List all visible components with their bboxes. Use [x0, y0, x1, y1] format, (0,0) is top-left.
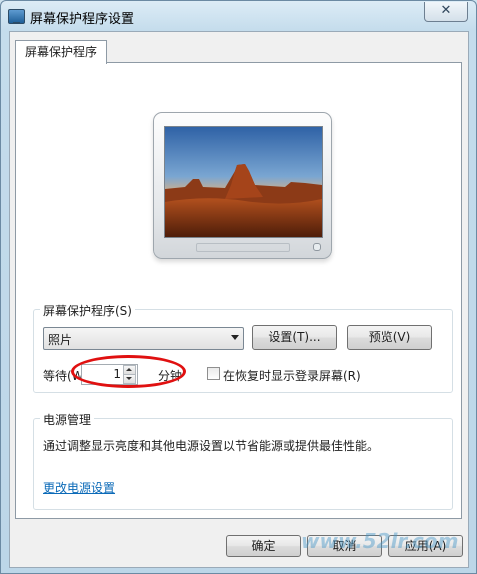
close-button[interactable]: ✕: [424, 2, 468, 22]
tab-screensaver[interactable]: 屏幕保护程序: [15, 40, 107, 64]
change-power-settings-link[interactable]: 更改电源设置: [43, 479, 115, 496]
screensaver-settings-window: 屏幕保护程序设置 ✕ 屏幕保护程序 屏幕保护程序(S) 照片 设置(T)... …: [0, 0, 477, 574]
power-group-title: 电源管理: [40, 411, 95, 428]
apply-button[interactable]: 应用(A): [388, 535, 463, 557]
dialog-client-area: 屏幕保护程序 屏幕保护程序(S) 照片 设置(T)... 预览(V) 等待(W)…: [9, 31, 469, 568]
red-annotation-ellipse: [71, 355, 186, 388]
monitor-power-led: [313, 243, 321, 251]
ok-button[interactable]: 确定: [226, 535, 301, 557]
tab-panel-screensaver: 屏幕保护程序(S) 照片 设置(T)... 预览(V) 等待(W): 1 分钟 …: [15, 62, 462, 519]
screensaver-preview-monitor: [153, 112, 332, 259]
monitor-icon: [8, 9, 25, 24]
screensaver-group: 屏幕保护程序(S) 照片 设置(T)... 预览(V) 等待(W): 1 分钟 …: [33, 302, 453, 393]
title-bar[interactable]: 屏幕保护程序设置 ✕: [1, 1, 476, 31]
screensaver-select[interactable]: 照片: [43, 327, 244, 350]
screensaver-select-value: 照片: [48, 333, 73, 347]
chevron-down-icon: [231, 335, 239, 340]
cancel-button[interactable]: 取消: [307, 535, 382, 557]
resume-logon-checkbox[interactable]: [207, 367, 220, 380]
power-management-group: 电源管理 通过调整显示亮度和其他电源设置以节省能源或提供最佳性能。 更改电源设置: [33, 411, 453, 510]
preview-button[interactable]: 预览(V): [347, 325, 432, 350]
preview-screen-image: [164, 126, 323, 238]
window-title: 屏幕保护程序设置: [30, 12, 135, 27]
resume-logon-label[interactable]: 在恢复时显示登录屏幕(R): [223, 367, 361, 384]
screensaver-group-title: 屏幕保护程序(S): [40, 302, 135, 319]
monitor-control-slot: [196, 243, 290, 252]
power-description: 通过调整显示亮度和其他电源设置以节省能源或提供最佳性能。: [43, 439, 380, 453]
settings-button[interactable]: 设置(T)...: [252, 325, 337, 350]
